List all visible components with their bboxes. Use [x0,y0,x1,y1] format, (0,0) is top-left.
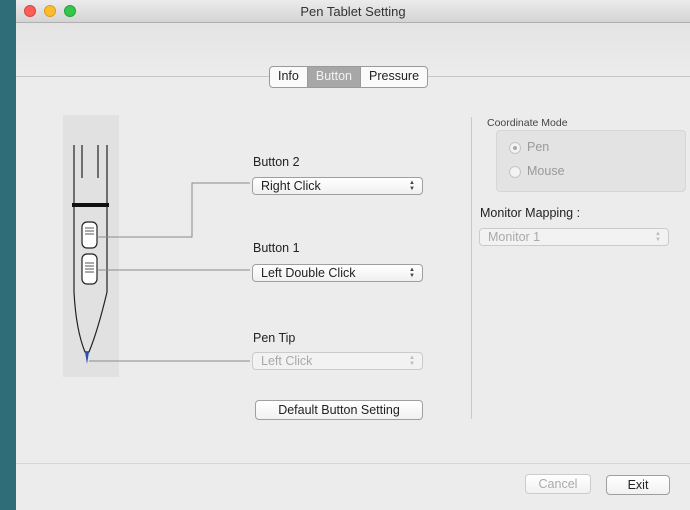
pen-band-icon [72,203,109,207]
button2-label: Button 2 [253,155,300,169]
footer-separator [16,463,690,464]
pentip-label: Pen Tip [253,331,296,345]
mouse-radio-label: Mouse [527,164,565,178]
default-button-setting-button[interactable]: Default Button Setting [255,400,423,420]
updown-arrows-icon: ▲ ▼ [409,180,415,192]
monitor-select[interactable]: Monitor 1 ▲ ▼ [479,228,669,246]
pen-radio-label: Pen [527,140,550,154]
exit-button[interactable]: Exit [606,475,670,495]
pen-radio[interactable] [509,142,521,154]
updown-arrows-icon: ▲ ▼ [655,231,661,243]
pen-button2-icon [81,221,98,249]
mouse-radio[interactable] [509,166,521,178]
coordinate-mode-title: Coordinate Mode [487,117,568,129]
leader-lines [89,182,250,362]
button1-label: Button 1 [253,241,300,255]
pen-tip-icon [85,352,89,364]
button2-select[interactable]: Right Click ▲ ▼ [252,177,423,195]
pen-tablet-window: Pen Tablet Setting Info Button Pressure [16,0,690,510]
vertical-divider [471,117,472,419]
pentip-value: Left Click [261,354,313,368]
button1-value: Left Double Click [261,266,356,280]
monitor-value: Monitor 1 [488,230,541,244]
button1-select[interactable]: Left Double Click ▲ ▼ [252,264,423,282]
pentip-select[interactable]: Left Click ▲ ▼ [252,352,423,370]
updown-arrows-icon: ▲ ▼ [409,267,415,279]
cancel-button[interactable]: Cancel [525,474,591,494]
updown-arrows-icon: ▲ ▼ [409,355,415,367]
monitor-mapping-label: Monitor Mapping : [480,206,581,220]
button2-value: Right Click [261,179,321,193]
coordinate-mode-group: Pen Mouse [496,130,686,192]
pen-illustration [72,145,250,364]
